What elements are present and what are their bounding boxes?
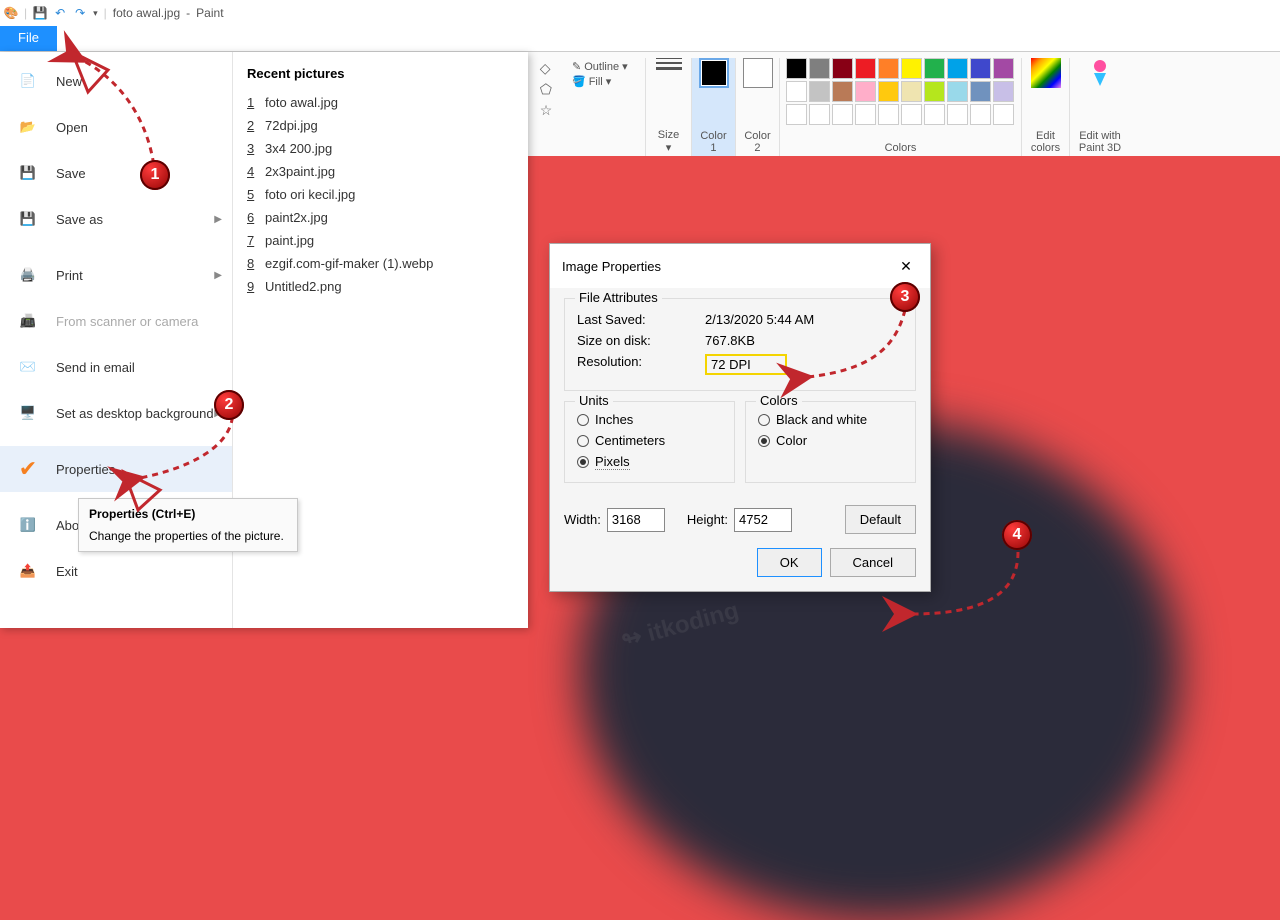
width-input[interactable] — [607, 508, 665, 532]
recent-item[interactable]: 1foto awal.jpg — [247, 91, 514, 114]
colors-bw[interactable]: Black and white — [758, 412, 903, 427]
ribbon: ◇⬠☆ ✎ Outline ▾ 🪣 Fill ▾ Size▾ Color 1 C… — [528, 52, 1280, 156]
annotation-1: 1 — [140, 160, 170, 190]
cancel-button[interactable]: Cancel — [830, 548, 916, 577]
dialog-title: Image Properties — [562, 259, 661, 274]
recent-item[interactable]: 5foto ori kecil.jpg — [247, 183, 514, 206]
window-filename: foto awal.jpg — [113, 6, 180, 20]
recent-item[interactable]: 33x4 200.jpg — [247, 137, 514, 160]
color2-well[interactable] — [743, 58, 773, 88]
paint3d-icon[interactable] — [1088, 58, 1112, 88]
recent-item[interactable]: 8ezgif.com-gif-maker (1).webp — [247, 252, 514, 275]
annotation-4: 4 — [1002, 520, 1032, 550]
menu-desktop[interactable]: 🖥️Set as desktop background▶ — [0, 390, 232, 436]
menu-saveas[interactable]: 💾Save as▶ — [0, 196, 232, 242]
menu-save[interactable]: 💾Save — [0, 150, 232, 196]
app-icon: 🎨 — [4, 6, 18, 20]
window-app: Paint — [196, 6, 223, 20]
shapes-icons[interactable]: ◇⬠☆ — [540, 58, 553, 119]
default-button[interactable]: Default — [845, 505, 916, 534]
recent-item[interactable]: 272dpi.jpg — [247, 114, 514, 137]
color1-well[interactable] — [699, 58, 729, 88]
dialog-close-button[interactable]: ✕ — [894, 254, 918, 278]
properties-tooltip: Properties (Ctrl+E) Change the propertie… — [78, 498, 298, 552]
fill-button[interactable]: 🪣 Fill ▾ — [572, 75, 611, 88]
units-inches[interactable]: Inches — [577, 412, 722, 427]
menu-properties[interactable]: ✔Properties — [0, 446, 232, 492]
menu-exit[interactable]: 📤Exit — [0, 548, 232, 594]
units-pixels[interactable]: Pixels — [577, 454, 722, 470]
properties-icon: ✔ — [14, 455, 42, 483]
recent-item[interactable]: 42x3paint.jpg — [247, 160, 514, 183]
height-input[interactable] — [734, 508, 792, 532]
recent-item[interactable]: 6paint2x.jpg — [247, 206, 514, 229]
recent-item[interactable]: 7paint.jpg — [247, 229, 514, 252]
save-icon[interactable]: 💾 — [33, 6, 47, 20]
menu-open[interactable]: 📂Open — [0, 104, 232, 150]
recent-item[interactable]: 9Untitled2.png — [247, 275, 514, 298]
annotation-2: 2 — [214, 390, 244, 420]
scanner-icon: 📠 — [14, 307, 42, 335]
recent-header: Recent pictures — [247, 66, 514, 81]
new-icon: 📄 — [14, 67, 42, 95]
title-bar: 🎨 | 💾 ↶ ↷ ▾ | foto awal.jpg - Paint — [0, 0, 1280, 26]
open-icon: 📂 — [14, 113, 42, 141]
save-icon: 💾 — [14, 159, 42, 187]
about-icon: ℹ️ — [14, 511, 42, 539]
annotation-3: 3 — [890, 282, 920, 312]
colors-color[interactable]: Color — [758, 433, 903, 448]
file-menu-button[interactable]: File — [0, 26, 57, 51]
undo-icon[interactable]: ↶ — [53, 6, 67, 20]
email-icon: ✉️ — [14, 353, 42, 381]
desktop-icon: 🖥️ — [14, 399, 42, 427]
menu-scanner: 📠From scanner or camera — [0, 298, 232, 344]
color-palette[interactable] — [786, 58, 1015, 126]
resolution-value: 72 DPI — [705, 354, 787, 375]
ok-button[interactable]: OK — [757, 548, 822, 577]
print-icon: 🖨️ — [14, 261, 42, 289]
image-properties-dialog: Image Properties ✕ File Attributes Last … — [549, 243, 931, 592]
size-button[interactable] — [656, 58, 682, 70]
menu-email[interactable]: ✉️Send in email — [0, 344, 232, 390]
menu-new[interactable]: 📄New — [0, 58, 232, 104]
outline-button[interactable]: ✎ Outline ▾ — [572, 60, 628, 73]
saveas-icon: 💾 — [14, 205, 42, 233]
menu-print[interactable]: 🖨️Print▶ — [0, 252, 232, 298]
edit-colors-icon[interactable] — [1031, 58, 1061, 88]
units-cm[interactable]: Centimeters — [577, 433, 722, 448]
redo-icon[interactable]: ↷ — [73, 6, 87, 20]
menu-bar: File — [0, 26, 1280, 52]
exit-icon: 📤 — [14, 557, 42, 585]
